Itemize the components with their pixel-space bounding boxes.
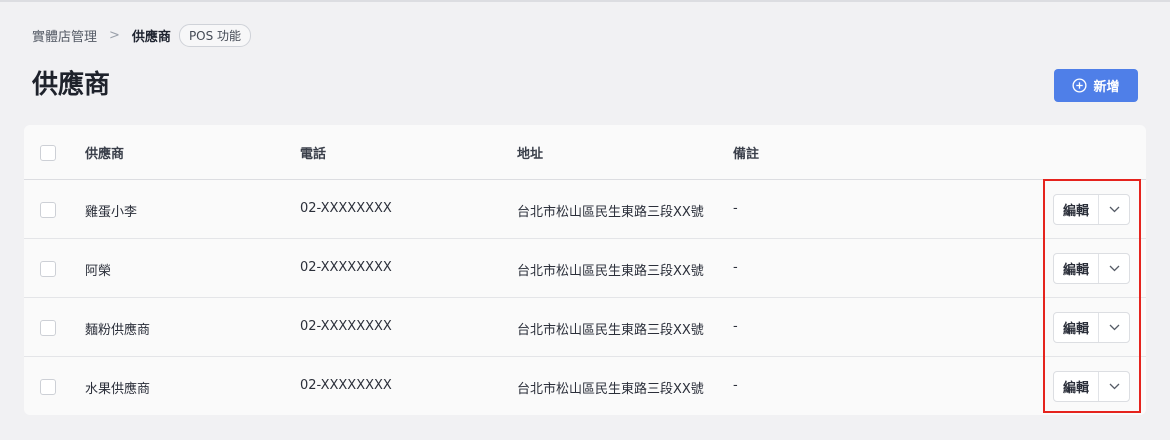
edit-button[interactable]: 編輯 — [1054, 313, 1099, 342]
row-checkbox[interactable] — [40, 261, 56, 277]
supplier-note: - — [733, 201, 738, 216]
select-all-checkbox[interactable] — [40, 145, 56, 161]
supplier-phone: 02-XXXXXXXX — [300, 201, 392, 216]
supplier-note: - — [733, 260, 738, 275]
row-action-split-button: 編輯 — [1053, 371, 1130, 402]
row-action-split-button: 編輯 — [1053, 194, 1130, 225]
row-checkbox[interactable] — [40, 202, 56, 218]
supplier-name: 雞蛋小李 — [85, 205, 138, 220]
supplier-address: 台北市松山區民生東路三段XX號 — [517, 382, 704, 397]
chevron-down-icon — [1109, 324, 1119, 331]
supplier-phone: 02-XXXXXXXX — [300, 260, 392, 275]
table-row: 阿榮 02-XXXXXXXX 台北市松山區民生東路三段XX號 - 編輯 — [24, 239, 1146, 298]
column-header-address: 地址 — [517, 147, 544, 162]
more-actions-dropdown[interactable] — [1099, 372, 1129, 401]
row-checkbox[interactable] — [40, 379, 56, 395]
supplier-note: - — [733, 378, 738, 393]
supplier-address: 台北市松山區民生東路三段XX號 — [517, 205, 704, 220]
top-divider — [0, 0, 1170, 2]
edit-button[interactable]: 編輯 — [1054, 195, 1099, 224]
add-supplier-button[interactable]: 新增 — [1054, 69, 1138, 102]
table-row: 麵粉供應商 02-XXXXXXXX 台北市松山區民生東路三段XX號 - 編輯 — [24, 298, 1146, 357]
supplier-address: 台北市松山區民生東路三段XX號 — [517, 323, 704, 338]
edit-button[interactable]: 編輯 — [1054, 372, 1099, 401]
supplier-phone: 02-XXXXXXXX — [300, 378, 392, 393]
pos-feature-badge: POS 功能 — [178, 23, 252, 47]
chevron-down-icon — [1109, 206, 1119, 213]
column-header-phone: 電話 — [300, 147, 327, 162]
more-actions-dropdown[interactable] — [1099, 254, 1129, 283]
table-header-row: 供應商 電話 地址 備註 — [24, 125, 1146, 180]
chevron-down-icon — [1109, 265, 1119, 272]
row-action-split-button: 編輯 — [1053, 253, 1130, 284]
plus-circle-icon — [1072, 78, 1088, 93]
breadcrumb: 實體店管理 > 供應商 POS 功能 — [32, 23, 252, 47]
supplier-note: - — [733, 319, 738, 334]
column-header-note: 備註 — [733, 147, 760, 162]
supplier-phone: 02-XXXXXXXX — [300, 319, 392, 334]
supplier-name: 麵粉供應商 — [85, 323, 151, 338]
table-row: 雞蛋小李 02-XXXXXXXX 台北市松山區民生東路三段XX號 - 編輯 — [24, 180, 1146, 239]
chevron-down-icon — [1109, 383, 1119, 390]
more-actions-dropdown[interactable] — [1099, 195, 1129, 224]
supplier-name: 阿榮 — [85, 264, 112, 279]
table-row: 水果供應商 02-XXXXXXXX 台北市松山區民生東路三段XX號 - 編輯 — [24, 357, 1146, 416]
column-header-supplier: 供應商 — [85, 147, 125, 162]
row-action-split-button: 編輯 — [1053, 312, 1130, 343]
supplier-table: 供應商 電話 地址 備註 雞蛋小李 02-XXXXXXXX 台北市松山區民生東路… — [24, 125, 1146, 415]
edit-button[interactable]: 編輯 — [1054, 254, 1099, 283]
supplier-name: 水果供應商 — [85, 382, 151, 397]
add-button-label: 新增 — [1093, 80, 1120, 95]
breadcrumb-current: 供應商 — [131, 29, 171, 45]
chevron-right-icon: > — [109, 27, 120, 43]
supplier-address: 台北市松山區民生東路三段XX號 — [517, 264, 704, 279]
breadcrumb-parent-link[interactable]: 實體店管理 — [32, 26, 97, 45]
page-title: 供應商 — [32, 70, 111, 100]
more-actions-dropdown[interactable] — [1099, 313, 1129, 342]
row-checkbox[interactable] — [40, 320, 56, 336]
